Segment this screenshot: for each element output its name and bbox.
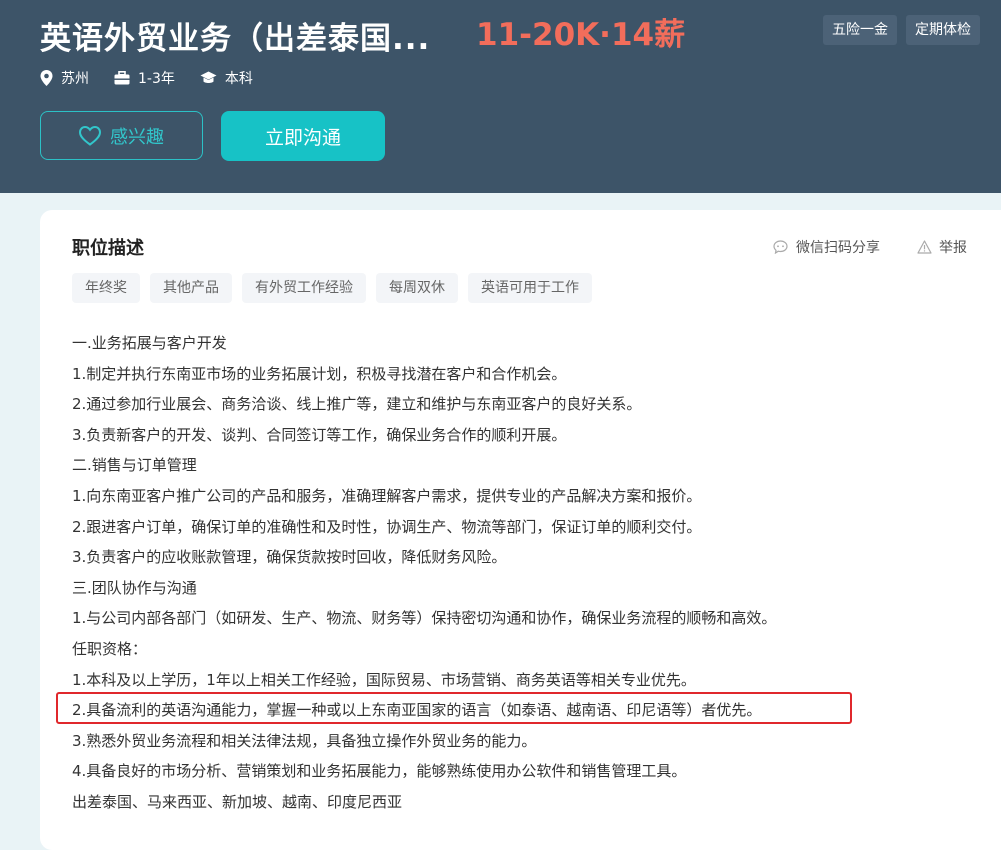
job-description-text: 一.业务拓展与客户开发 1.制定并执行东南亚市场的业务拓展计划，积极寻找潜在客户…	[72, 328, 972, 818]
description-line: 1.本科及以上学历，1年以上相关工作经验，国际贸易、市场营销、商务英语等相关专业…	[72, 670, 696, 689]
graduation-cap-icon	[200, 71, 217, 83]
description-line: 2.具备流利的英语沟通能力，掌握一种或以上东南亚国家的语言（如泰语、越南语、印尼…	[72, 701, 762, 720]
share-label: 微信扫码分享	[796, 240, 880, 256]
report-label: 举报	[939, 240, 967, 256]
description-line: 任职资格：	[72, 639, 148, 658]
section-title: 职位描述	[72, 238, 144, 259]
description-line: 1.制定并执行东南亚市场的业务拓展计划，积极寻找潜在客户和合作机会。	[72, 364, 567, 383]
chat-button-label: 立即沟通	[264, 126, 341, 149]
education: 本科	[200, 68, 253, 88]
description-line: 三.团队协作与沟通	[72, 578, 197, 597]
description-line: 1.与公司内部各部门（如研发、生产、物流、财务等）保持密切沟通和协作，确保业务流…	[72, 609, 777, 628]
benefits-list: 五险一金 定期体检	[823, 15, 980, 45]
job-title: 英语外贸业务（出差泰国...	[40, 21, 431, 57]
job-tag: 年终奖	[72, 273, 140, 303]
job-tags: 年终奖 其他产品 有外贸工作经验 每周双休 英语可用于工作	[72, 273, 592, 303]
location-pin-icon	[40, 70, 53, 86]
job-header: 英语外贸业务（出差泰国... 11-20K·14薪 五险一金 定期体检 苏州 1…	[0, 0, 1001, 193]
chat-bubble-icon	[773, 240, 788, 254]
job-tag: 其他产品	[150, 273, 232, 303]
interest-button-label: 感兴趣	[110, 126, 164, 148]
job-description-card: 职位描述 微信扫码分享 举报 年终奖 其他产品 有外贸工作经验 每周双休 英语可…	[40, 210, 1001, 850]
interest-button[interactable]: 感兴趣	[40, 111, 203, 160]
description-line: 2.跟进客户订单，确保订单的准确性和及时性，协调生产、物流等部门，保证订单的顺利…	[72, 517, 702, 536]
warning-icon	[917, 240, 932, 254]
wechat-share[interactable]: 微信扫码分享	[773, 237, 880, 257]
location-text: 苏州	[61, 71, 89, 87]
description-line: 二.销售与订单管理	[72, 456, 197, 475]
job-meta: 苏州 1-3年 本科	[40, 68, 278, 88]
description-line: 3.负责新客户的开发、谈判、合同签订等工作，确保业务合作的顺利开展。	[72, 425, 567, 444]
chat-now-button[interactable]: 立即沟通	[221, 111, 385, 161]
description-line: 3.负责客户的应收账款管理，确保货款按时回收，降低财务风险。	[72, 548, 507, 567]
report-link[interactable]: 举报	[917, 237, 967, 257]
salary: 11-20K·14薪	[476, 17, 686, 53]
description-line: 3.熟悉外贸业务流程和相关法律法规，具备独立操作外贸业务的能力。	[72, 731, 537, 750]
benefit-tag: 定期体检	[906, 15, 980, 45]
job-tag: 英语可用于工作	[468, 273, 592, 303]
description-line: 4.具备良好的市场分析、营销策划和业务拓展能力，能够熟练使用办公软件和销售管理工…	[72, 762, 687, 781]
description-line: 2.通过参加行业展会、商务洽谈、线上推广等，建立和维护与东南亚客户的良好关系。	[72, 395, 642, 414]
job-tag: 每周双休	[376, 273, 458, 303]
description-line: 1.向东南亚客户推广公司的产品和服务，准确理解客户需求，提供专业的产品解决方案和…	[72, 486, 702, 505]
education-text: 本科	[224, 71, 253, 87]
heart-icon	[79, 125, 101, 146]
description-line: 一.业务拓展与客户开发	[72, 334, 227, 352]
benefit-tag: 五险一金	[823, 15, 897, 45]
job-tag: 有外贸工作经验	[242, 273, 366, 303]
experience-text: 1-3年	[138, 71, 175, 87]
location: 苏州	[40, 68, 89, 88]
briefcase-icon	[114, 71, 130, 85]
description-line: 出差泰国、马来西亚、新加坡、越南、印度尼西亚	[72, 792, 403, 811]
experience: 1-3年	[114, 68, 175, 88]
